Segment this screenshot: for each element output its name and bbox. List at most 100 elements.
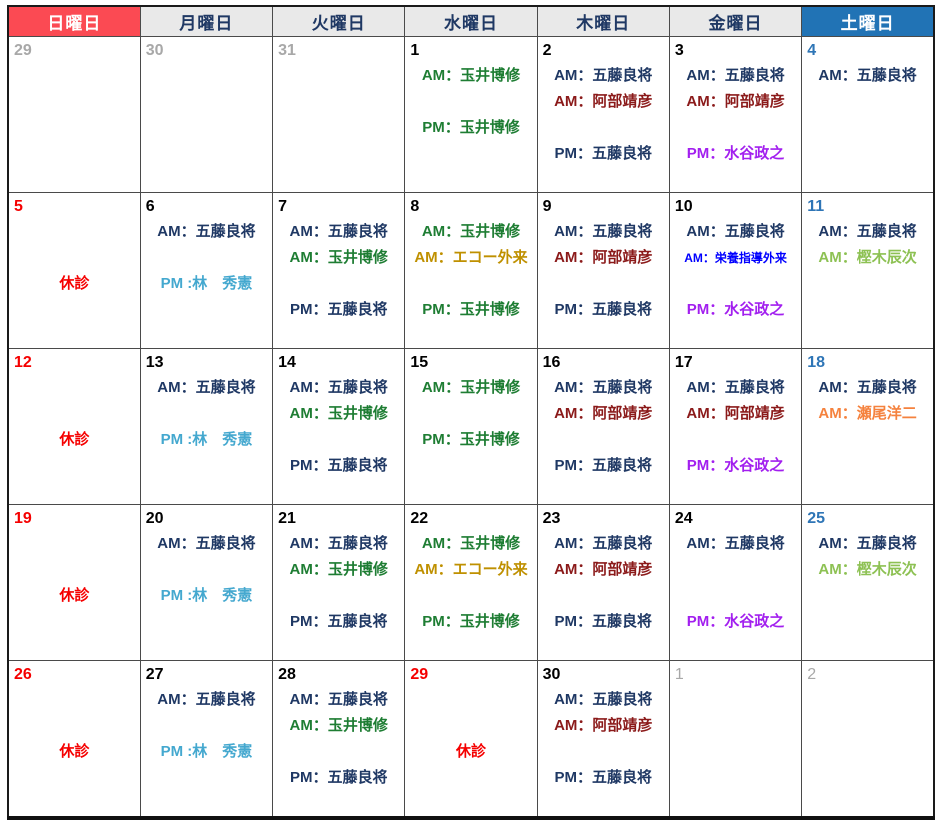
week-row-4: 19休診20AM：五藤良将PM :林 秀憲21AM：五藤良将AM：玉井博修PM：… — [8, 505, 934, 661]
day-cell-6: 6AM：五藤良将PM :林 秀憲 — [140, 193, 272, 349]
weekday-header-weekday-4: 木曜日 — [537, 6, 669, 37]
schedule-entry: PM：五藤良将 — [273, 453, 404, 479]
day-cell-30: 30 — [140, 37, 272, 193]
weekday-header-row: 日曜日月曜日火曜日水曜日木曜日金曜日土曜日 — [8, 6, 934, 37]
day-cell-9: 9AM：五藤良将AM：阿部靖彦PM：五藤良将 — [537, 193, 669, 349]
day-cell-13: 13AM：五藤良将PM :林 秀憲 — [140, 349, 272, 505]
schedule-entry: PM：五藤良将 — [273, 297, 404, 323]
schedule-entry: PM：五藤良将 — [538, 141, 669, 167]
day-cell-23: 23AM：五藤良将AM：阿部靖彦PM：五藤良将 — [537, 505, 669, 661]
day-cell-18: 18AM：五藤良将AM：瀬尾洋二 — [802, 349, 934, 505]
weekday-header-saturday-6: 土曜日 — [802, 6, 934, 37]
empty-line — [141, 401, 272, 427]
schedule-entry: PM：五藤良将 — [538, 453, 669, 479]
day-cell-29: 29休診 — [405, 661, 537, 819]
day-number: 17 — [670, 351, 801, 375]
empty-line — [405, 453, 536, 479]
empty-line — [670, 427, 801, 453]
day-cell-20: 20AM：五藤良将PM :林 秀憲 — [140, 505, 272, 661]
empty-line — [141, 609, 272, 635]
schedule-entry: PM：水谷政之 — [670, 297, 801, 323]
empty-line — [9, 713, 140, 739]
schedule-entry: AM：五藤良将 — [273, 687, 404, 713]
day-cell-2: 2 — [802, 661, 934, 819]
schedule-entry: AM：阿部靖彦 — [538, 89, 669, 115]
clinic-schedule-calendar: 日曜日月曜日火曜日水曜日木曜日金曜日土曜日 2930311AM：玉井博修PM：玉… — [7, 5, 935, 820]
empty-line — [405, 765, 536, 791]
day-cell-29: 29 — [8, 37, 140, 193]
schedule-entry: AM：エコー外来 — [405, 245, 536, 271]
schedule-entry: AM：五藤良将 — [802, 219, 933, 245]
day-number: 1 — [405, 39, 536, 63]
day-number: 6 — [141, 195, 272, 219]
empty-line — [538, 583, 669, 609]
empty-line — [670, 271, 801, 297]
day-cell-24: 24AM：五藤良将PM：水谷政之 — [669, 505, 801, 661]
schedule-entry: AM：五藤良将 — [141, 219, 272, 245]
day-cell-16: 16AM：五藤良将AM：阿部靖彦PM：五藤良将 — [537, 349, 669, 505]
schedule-entry: AM：玉井博修 — [405, 219, 536, 245]
empty-line — [273, 427, 404, 453]
schedule-entry: AM：五藤良将 — [538, 531, 669, 557]
day-cell-19: 19休診 — [8, 505, 140, 661]
schedule-entry: AM：玉井博修 — [273, 713, 404, 739]
schedule-entry: AM：五藤良将 — [538, 63, 669, 89]
day-number: 2 — [538, 39, 669, 63]
day-cell-1: 1AM：玉井博修PM：玉井博修 — [405, 37, 537, 193]
empty-line — [405, 713, 536, 739]
schedule-entry: AM：五藤良将 — [802, 531, 933, 557]
empty-line — [9, 297, 140, 323]
day-number: 29 — [9, 39, 140, 63]
empty-line — [670, 115, 801, 141]
schedule-entry: AM：五藤良将 — [141, 531, 272, 557]
day-number: 9 — [538, 195, 669, 219]
day-number: 18 — [802, 351, 933, 375]
empty-line — [141, 297, 272, 323]
day-number: 15 — [405, 351, 536, 375]
closed-label: 休診 — [9, 427, 140, 453]
schedule-entry: AM：栄養指導外来 — [670, 245, 801, 271]
schedule-entry: PM：五藤良将 — [538, 297, 669, 323]
schedule-entry: AM：五藤良将 — [538, 687, 669, 713]
day-cell-15: 15AM：玉井博修 PM：玉井博修 — [405, 349, 537, 505]
day-number: 8 — [405, 195, 536, 219]
schedule-entry: AM：玉井博修 — [273, 557, 404, 583]
weekday-header-weekday-2: 火曜日 — [273, 6, 405, 37]
empty-line — [538, 427, 669, 453]
empty-line — [9, 453, 140, 479]
day-cell-27: 27AM：五藤良将PM :林 秀憲 — [140, 661, 272, 819]
schedule-entry: AM：玉井博修 — [405, 375, 536, 401]
empty-line — [141, 765, 272, 791]
day-number: 10 — [670, 195, 801, 219]
empty-line — [273, 271, 404, 297]
empty-line — [405, 401, 536, 427]
schedule-entry: PM：玉井博修 — [405, 427, 536, 453]
day-cell-5: 5休診 — [8, 193, 140, 349]
schedule-entry: PM：玉井博修 — [405, 609, 536, 635]
schedule-entry: PM：五藤良将 — [273, 609, 404, 635]
closed-label: 休診 — [405, 739, 536, 765]
schedule-entry: AM：玉井博修 — [405, 531, 536, 557]
closed-label: 休診 — [9, 271, 140, 297]
day-cell-2: 2AM：五藤良将AM：阿部靖彦 PM：五藤良将 — [537, 37, 669, 193]
schedule-entry: AM：五藤良将 — [538, 375, 669, 401]
schedule-entry: PM :林 秀憲 — [141, 739, 272, 765]
day-number: 14 — [273, 351, 404, 375]
day-cell-22: 22AM：玉井博修AM：エコー外来PM：玉井博修 — [405, 505, 537, 661]
day-number: 4 — [802, 39, 933, 63]
day-cell-7: 7AM：五藤良将AM：玉井博修PM：五藤良将 — [273, 193, 405, 349]
schedule-entry: AM：玉井博修 — [405, 63, 536, 89]
schedule-entry: AM：五藤良将 — [273, 219, 404, 245]
schedule-entry: PM：水谷政之 — [670, 453, 801, 479]
schedule-entry: PM：五藤良将 — [538, 609, 669, 635]
day-number: 13 — [141, 351, 272, 375]
day-number: 16 — [538, 351, 669, 375]
day-number: 22 — [405, 507, 536, 531]
empty-line — [141, 245, 272, 271]
closed-label: 休診 — [9, 583, 140, 609]
schedule-entry: PM：五藤良将 — [273, 765, 404, 791]
day-cell-31: 31 — [273, 37, 405, 193]
day-cell-14: 14AM：五藤良将AM：玉井博修PM：五藤良将 — [273, 349, 405, 505]
calendar-header: 日曜日月曜日火曜日水曜日木曜日金曜日土曜日 — [8, 6, 934, 37]
empty-line — [405, 687, 536, 713]
